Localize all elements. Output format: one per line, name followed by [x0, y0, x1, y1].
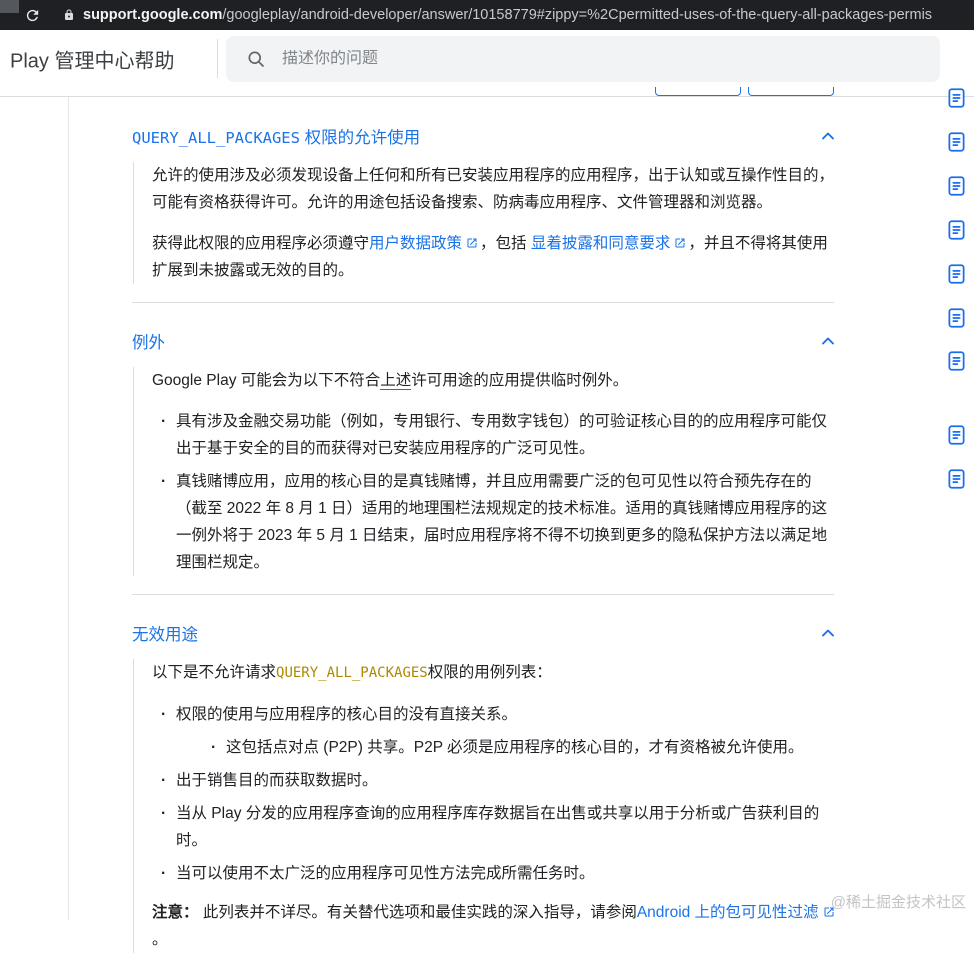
- doc-icon[interactable]: [947, 424, 966, 446]
- text-run: 权限的用例列表：: [428, 664, 552, 681]
- doc-icon[interactable]: [947, 350, 966, 372]
- list-item: 具有涉及金融交易功能（例如，专用银行、专用数字钱包）的可验证核心目的的应用程序可…: [152, 408, 838, 462]
- link-user-data-policy[interactable]: 用户数据政策: [369, 235, 462, 252]
- external-link-icon[interactable]: [674, 231, 686, 243]
- section-heading-invalid-uses[interactable]: 无效用途: [132, 621, 838, 645]
- section-heading-text: QUERY_ALL_PACKAGES 权限的允许使用: [132, 124, 420, 148]
- doc-icon[interactable]: [947, 175, 966, 197]
- url-path: /googleplay/android-developer/answer/101…: [222, 7, 932, 23]
- search-input[interactable]: [282, 50, 882, 68]
- section-body-permitted-uses: 允许的使用涉及必须发现设备上任何和所有已安装应用程序的应用程序，出于认知或互操作…: [133, 162, 838, 284]
- chevron-up-icon[interactable]: [818, 331, 838, 351]
- text-run: ，包括: [480, 235, 531, 252]
- text-run: 。: [152, 931, 168, 948]
- text-run: 许可用途的应用提供临时例外。: [411, 372, 628, 389]
- text-run: Google Play 可能会为以下不符合: [152, 372, 380, 389]
- list-item: 当从 Play 分发的应用程序查询的应用程序库存数据旨在出售或共享以用于分析或广…: [152, 800, 838, 854]
- watermark: @稀土掘金技术社区: [831, 891, 966, 912]
- section-divider: [132, 594, 834, 595]
- list-item: 当可以使用不太广泛的应用程序可见性方法完成所需任务时。: [152, 860, 838, 887]
- paragraph: 允许的使用涉及必须发现设备上任何和所有已安装应用程序的应用程序，出于认知或互操作…: [152, 162, 838, 216]
- list-item-text: 具有涉及金融交易功能（例如，专用银行、专用数字钱包）的可验证核心目的的应用程序可…: [176, 413, 827, 457]
- search-box[interactable]: [226, 36, 940, 82]
- inline-code: QUERY_ALL_PACKAGES: [276, 665, 428, 681]
- underlined-term: 上述: [380, 372, 411, 390]
- url-text[interactable]: support.google.com/googleplay/android-de…: [83, 7, 932, 23]
- list-item-text: 出于销售目的而获取数据时。: [176, 772, 378, 789]
- doc-icon[interactable]: [947, 131, 966, 153]
- link-package-visibility-filtering[interactable]: Android 上的包可见性过滤: [637, 904, 819, 921]
- text-run: 获得此权限的应用程序必须遵守: [152, 235, 369, 252]
- list-item: 出于销售目的而获取数据时。: [152, 767, 838, 794]
- search-icon: [246, 49, 266, 69]
- doc-icon[interactable]: [947, 468, 966, 490]
- browser-url-bar[interactable]: support.google.com/googleplay/android-de…: [0, 0, 974, 30]
- content-left-rule: [68, 96, 69, 920]
- list-item-text: 当从 Play 分发的应用程序查询的应用程序库存数据旨在出售或共享以用于分析或广…: [176, 805, 819, 849]
- doc-icon[interactable]: [947, 87, 966, 109]
- exceptions-list: 具有涉及金融交易功能（例如，专用银行、专用数字钱包）的可验证核心目的的应用程序可…: [152, 408, 838, 576]
- section-divider: [132, 302, 834, 303]
- section-heading-text: 例外: [132, 329, 165, 353]
- doc-icon[interactable]: [947, 219, 966, 241]
- chevron-up-icon[interactable]: [818, 623, 838, 643]
- text-run: 此列表并不详尽。有关替代选项和最佳实践的深入指导，请参阅: [199, 904, 637, 921]
- paragraph: 获得此权限的应用程序必须遵守用户数据政策，包括 显着披露和同意要求，并且不得将其…: [152, 230, 838, 284]
- list-item-text: 这包括点对点 (P2P) 共享。P2P 必须是应用程序的核心目的，才有资格被允许…: [226, 739, 804, 756]
- url-domain: support.google.com: [83, 7, 222, 23]
- section-body-invalid-uses: 以下是不允许请求QUERY_ALL_PACKAGES权限的用例列表： 权限的使用…: [133, 659, 838, 953]
- section-heading-exceptions[interactable]: 例外: [132, 329, 838, 353]
- list-item: 权限的使用与应用程序的核心目的没有直接关系。 这包括点对点 (P2P) 共享。P…: [152, 701, 838, 761]
- list-item-text: 权限的使用与应用程序的核心目的没有直接关系。: [176, 706, 517, 723]
- heading-rest-text: 权限的允许使用: [300, 129, 420, 147]
- lock-icon: [63, 8, 75, 22]
- link-disclosure-consent[interactable]: 显着披露和同意要求: [531, 235, 671, 252]
- section-body-exceptions: Google Play 可能会为以下不符合上述许可用途的应用提供临时例外。 具有…: [133, 367, 838, 576]
- list-item-text: 真钱赌博应用，应用的核心目的是真钱赌博，并且应用需要广泛的包可见性以符合预先存在…: [176, 473, 827, 571]
- paragraph: Google Play 可能会为以下不符合上述许可用途的应用提供临时例外。: [152, 367, 838, 394]
- article: QUERY_ALL_PACKAGES 权限的允许使用 允许的使用涉及必须发现设备…: [132, 96, 838, 953]
- doc-icon[interactable]: [947, 263, 966, 285]
- help-site-header: Play 管理中心帮助: [0, 30, 974, 87]
- external-link-icon[interactable]: [466, 231, 478, 243]
- doc-icon[interactable]: [947, 307, 966, 329]
- list-item-text: 当可以使用不太广泛的应用程序可见性方法完成所需任务时。: [176, 865, 595, 882]
- text-run: 以下是不允许请求: [152, 664, 276, 681]
- section-heading-permitted-uses[interactable]: QUERY_ALL_PACKAGES 权限的允许使用: [132, 124, 838, 148]
- heading-code-text: QUERY_ALL_PACKAGES: [132, 129, 300, 147]
- nested-list: 这包括点对点 (P2P) 共享。P2P 必须是应用程序的核心目的，才有资格被允许…: [202, 734, 838, 761]
- header-divider: [217, 39, 218, 78]
- reload-icon[interactable]: [24, 7, 41, 24]
- list-item: 这包括点对点 (P2P) 共享。P2P 必须是应用程序的核心目的，才有资格被允许…: [202, 734, 838, 761]
- section-heading-text: 无效用途: [132, 621, 198, 645]
- paragraph: 以下是不允许请求QUERY_ALL_PACKAGES权限的用例列表：: [152, 659, 838, 687]
- invalid-uses-list: 权限的使用与应用程序的核心目的没有直接关系。 这包括点对点 (P2P) 共享。P…: [152, 701, 838, 887]
- site-title[interactable]: Play 管理中心帮助: [10, 44, 174, 73]
- note-label: 注意：: [152, 904, 199, 921]
- tab-corner: [0, 0, 19, 13]
- chevron-up-icon[interactable]: [818, 126, 838, 146]
- list-item: 真钱赌博应用，应用的核心目的是真钱赌博，并且应用需要广泛的包可见性以符合预先存在…: [152, 468, 838, 576]
- note-paragraph: 注意： 此列表并不详尽。有关替代选项和最佳实践的深入指导，请参阅Android …: [152, 899, 838, 953]
